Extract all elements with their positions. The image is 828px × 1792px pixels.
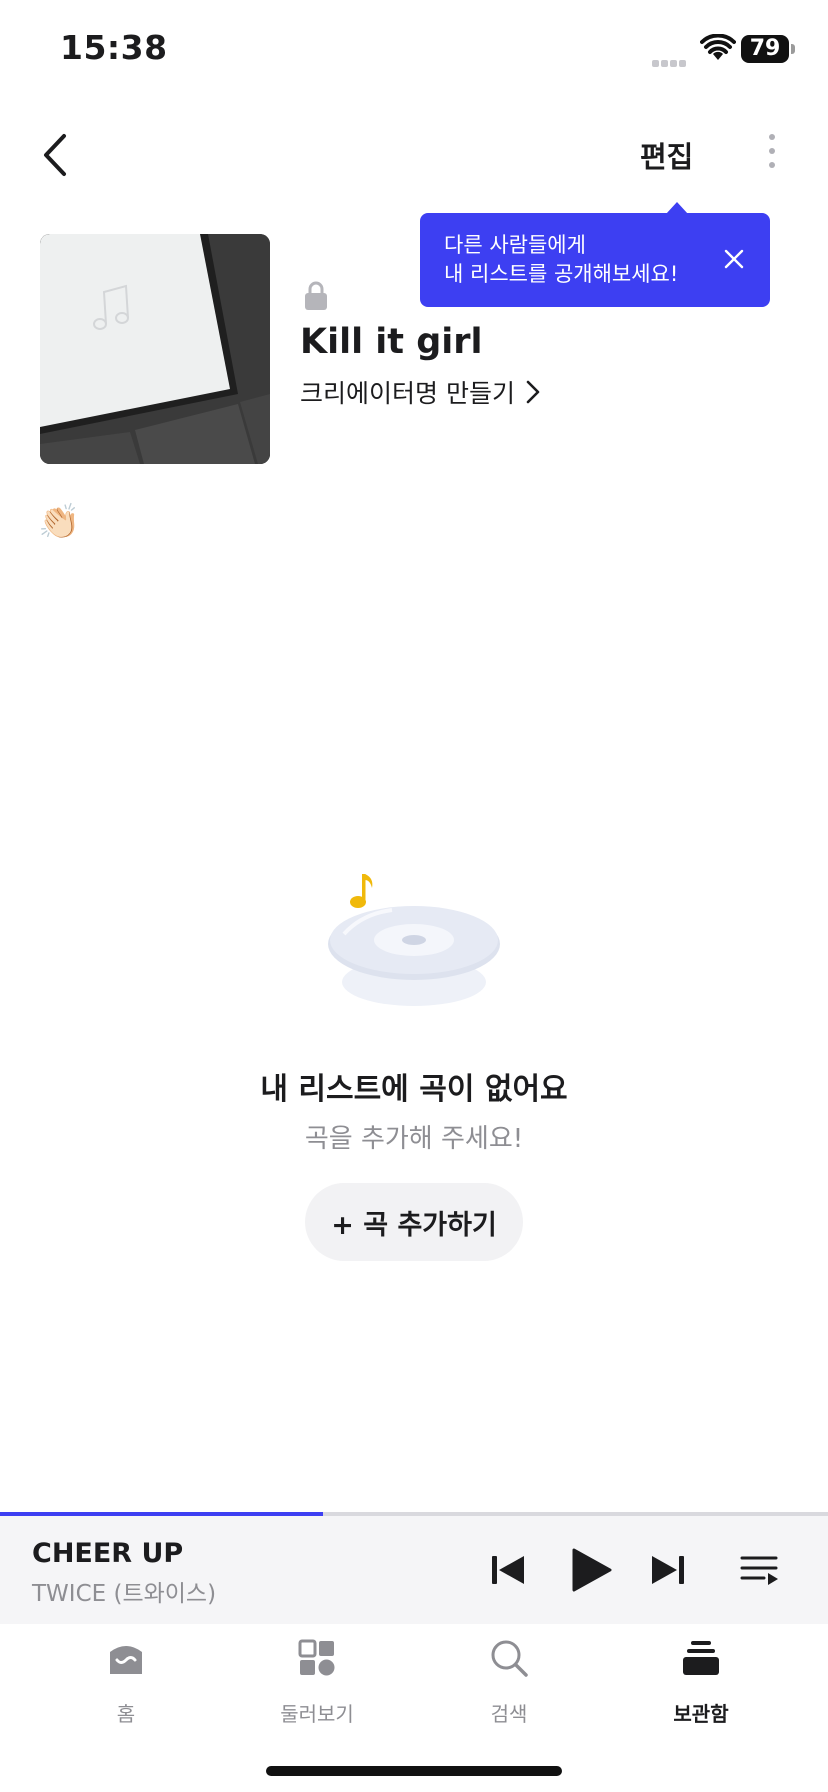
- play-icon[interactable]: [568, 1546, 614, 1594]
- tooltip-text: 다른 사람들에게 내 리스트를 공개해보세요!: [444, 231, 678, 289]
- battery-tip: [791, 44, 795, 54]
- now-playing-title: CHEER UP: [32, 1538, 184, 1569]
- tooltip-line-2: 내 리스트를 공개해보세요!: [444, 262, 679, 286]
- status-time: 15:38: [60, 28, 168, 67]
- playlist-cover[interactable]: [40, 234, 270, 464]
- cover-art-image: [40, 234, 270, 464]
- wifi-icon: [700, 34, 736, 60]
- close-icon[interactable]: [722, 247, 746, 271]
- cellular-signal-icon: [652, 52, 690, 67]
- playlist-title: Kill it girl: [300, 322, 483, 362]
- next-track-icon[interactable]: [648, 1550, 688, 1590]
- tooltip-line-1: 다른 사람들에게: [444, 233, 586, 257]
- previous-track-icon[interactable]: [488, 1550, 528, 1590]
- empty-playlist-disc-icon: [328, 874, 500, 1006]
- create-creator-name-link[interactable]: 크리에이터명 만들기: [300, 374, 541, 410]
- library-icon: [683, 1641, 719, 1675]
- lock-icon: [305, 281, 327, 310]
- home-indicator: [266, 1766, 562, 1776]
- music-note-icon: [350, 874, 373, 908]
- tab-home[interactable]: 홈: [36, 1624, 216, 1734]
- chevron-right-icon: [526, 380, 540, 404]
- playlist-queue-icon[interactable]: [740, 1550, 780, 1590]
- share-tooltip: 다른 사람들에게 내 리스트를 공개해보세요!: [420, 213, 770, 307]
- home-icon: [110, 1646, 142, 1674]
- playlist-description: 👏🏻: [38, 502, 81, 542]
- empty-state-title: 내 리스트에 곡이 없어요: [260, 1072, 568, 1107]
- tab-library[interactable]: 보관함: [611, 1624, 791, 1734]
- more-options-icon[interactable]: [760, 134, 784, 178]
- mini-player[interactable]: CHEER UP TWICE (트와이스): [0, 1516, 828, 1624]
- tab-browse[interactable]: 둘러보기: [227, 1624, 407, 1734]
- creator-link-label: 크리에이터명 만들기: [300, 379, 515, 408]
- empty-state-subtitle: 곡을 추가해 주세요!: [304, 1124, 524, 1154]
- now-playing-artist: TWICE (트와이스): [32, 1581, 217, 1607]
- back-button[interactable]: [38, 130, 78, 180]
- search-icon: [491, 1640, 528, 1677]
- browse-grid-icon: [298, 1639, 335, 1676]
- tab-home-label: 홈: [116, 1702, 136, 1726]
- edit-button[interactable]: 편집: [640, 134, 693, 176]
- add-song-button[interactable]: + 곡 추가하기: [305, 1183, 523, 1261]
- tab-search[interactable]: 검색: [419, 1624, 599, 1734]
- battery-indicator: 79: [741, 35, 789, 63]
- tab-browse-label: 둘러보기: [280, 1702, 354, 1726]
- tab-library-label: 보관함: [673, 1702, 729, 1726]
- tab-search-label: 검색: [490, 1702, 528, 1726]
